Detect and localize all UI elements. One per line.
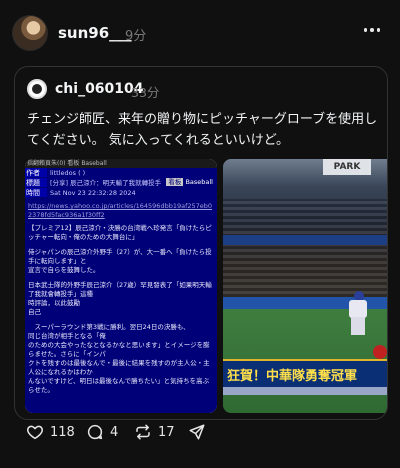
- author-avatar[interactable]: [12, 15, 48, 51]
- forum-top-line: 指翻賴頁朱(0) 看板 Baseball: [25, 159, 217, 168]
- player-figure: [343, 291, 373, 337]
- more-options-icon[interactable]: [360, 22, 384, 38]
- comment-icon: [87, 424, 103, 440]
- author-username[interactable]: sun96___: [58, 24, 132, 42]
- author-label: 作者: [25, 168, 47, 178]
- send-icon: [189, 424, 205, 440]
- forum-board: 看板 Baseball: [166, 177, 213, 187]
- repost-button[interactable]: 17: [134, 420, 175, 444]
- park-sign: PARK: [323, 159, 371, 175]
- repost-icon: [136, 424, 150, 440]
- share-button[interactable]: [188, 420, 206, 444]
- heart-icon: [27, 425, 43, 440]
- broadcast-caption: 狂賀！中華隊勇奪冠軍: [223, 359, 387, 387]
- comment-count: 4: [110, 424, 119, 440]
- forum-link: https://news.yahoo.co.jp/articles/164596…: [28, 202, 213, 219]
- quoted-post-text: チェンジ師匠、来年の贈り物にピッチャーグローブを使用してください。 気に入ってく…: [27, 112, 378, 148]
- quoted-post-time: 33分: [131, 85, 160, 100]
- time-label: 時間: [25, 188, 47, 198]
- quoted-post-card[interactable]: chi_060104 33分 チェンジ師匠、来年の贈り物にピッチャーグローブを使…: [14, 66, 388, 420]
- comment-button[interactable]: 4: [86, 420, 118, 444]
- board-label: 看板: [166, 178, 184, 186]
- flag-icon: [373, 345, 387, 359]
- like-button[interactable]: 118: [26, 420, 75, 444]
- title-label: 標題: [25, 178, 47, 188]
- post-time: 9分: [125, 29, 147, 44]
- forum-paragraph: 侍ジャパンの辰己涼介外野手（27）が、大一番へ「負けたら投手に転向します」と 宣…: [28, 248, 212, 274]
- quoted-author-avatar[interactable]: [27, 79, 47, 99]
- forum-paragraph: スーパーラウンド第3戦に勝利。翌日24日の決勝も、 同じ台湾が相手となる「俺 の…: [28, 323, 210, 394]
- broadcast-image[interactable]: PARK 狂賀！中華隊勇奪冠軍: [223, 159, 387, 413]
- forum-time: Sat Nov 23 22:32:28 2024: [50, 189, 136, 197]
- forum-paragraph: 日本武士隊的外野手辰己涼介（27歲）罕見發表了「如果明天輸了我就會轉投手」這種 …: [28, 281, 212, 316]
- board-name: Baseball: [185, 178, 213, 186]
- forum-paragraph: 【プレミア12】辰己涼介・決勝の台湾戦へ珍発言「負けたらピッチャー転向・俺のため…: [28, 224, 212, 241]
- repost-count: 17: [158, 424, 175, 440]
- action-bar: 118 4 17: [0, 420, 400, 444]
- like-count: 118: [50, 424, 75, 440]
- forum-screenshot-image[interactable]: 指翻賴頁朱(0) 看板 Baseball 作者 標題 時間 littledos …: [25, 159, 217, 413]
